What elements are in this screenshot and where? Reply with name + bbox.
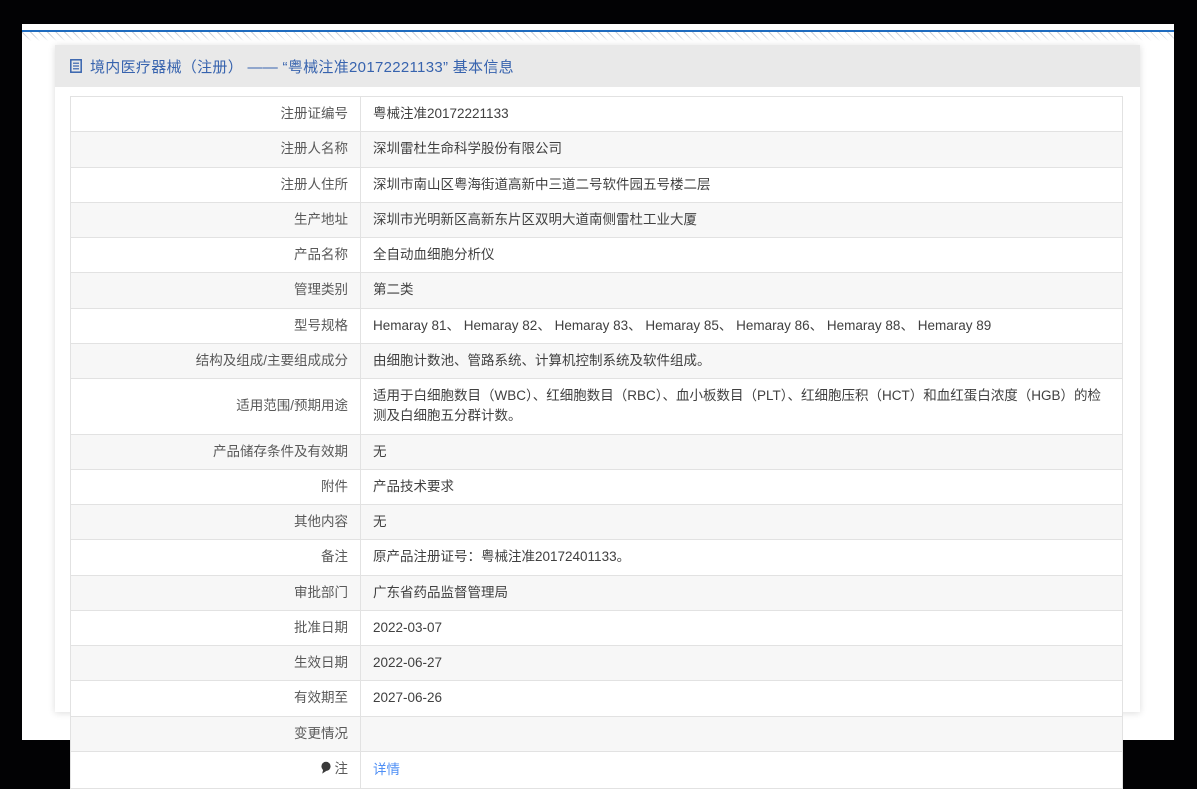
row-label: 备注 — [70, 539, 361, 576]
hatch-decoration — [22, 32, 1174, 41]
row-value: 广东省药品监督管理局 — [360, 574, 1123, 611]
row-label: 其他内容 — [70, 503, 361, 541]
row-value: Hemaray 81、 Hemaray 82、 Hemaray 83、 Hema… — [360, 307, 1123, 344]
row-label: 型号规格 — [70, 307, 361, 344]
row-label: 注册人住所 — [70, 166, 361, 203]
row-label: 管理类别 — [70, 272, 361, 309]
row-value: 详情 — [360, 750, 1123, 789]
details-link[interactable]: 详情 — [373, 762, 400, 777]
row-label: 批准日期 — [70, 609, 361, 647]
row-value: 适用于白细胞数目（WBC）、红细胞数目（RBC）、血小板数目（PLT）、红细胞压… — [360, 378, 1123, 435]
row-label: 变更情况 — [70, 715, 361, 752]
note-icon — [320, 761, 332, 781]
row-label: 产品储存条件及有效期 — [70, 433, 361, 470]
table-row: 注册人名称 深圳雷杜生命科学股份有限公司 — [70, 131, 1123, 168]
page-header: 境内医疗器械（注册） —— “粤械注准20172221133” 基本信息 — [55, 45, 1140, 87]
row-value: 第二类 — [360, 272, 1123, 309]
row-label: 结构及组成/主要组成成分 — [70, 342, 361, 380]
table-row: 产品储存条件及有效期无 — [70, 433, 1123, 470]
registration-info-table: 注册证编号 粤械注准20172221133 注册人名称 深圳雷杜生命科学股份有限公司注… — [70, 95, 1123, 789]
table-row: 生产地址 深圳市光明新区高新东片区双明大道南侧雷杜工业大厦 — [70, 201, 1123, 239]
row-value: 原产品注册证号：粤械注准20172401133。 — [360, 539, 1123, 576]
row-label: 适用范围/预期用途 — [70, 378, 361, 435]
card-body: 注册证编号 粤械注准20172221133 注册人名称 深圳雷杜生命科学股份有限公司注… — [55, 87, 1140, 789]
info-table-body: 注册证编号 粤械注准20172221133 注册人名称 深圳雷杜生命科学股份有限公司注… — [70, 95, 1123, 789]
row-value: 产品技术要求 — [360, 468, 1123, 506]
table-row: 变更情况 — [70, 715, 1123, 752]
registration-card: 境内医疗器械（注册） —— “粤械注准20172221133” 基本信息 注册证… — [55, 45, 1140, 789]
table-row: 管理类别 第二类 — [70, 272, 1123, 309]
table-row: 其他内容无 — [70, 503, 1123, 541]
document-icon — [69, 58, 83, 74]
table-row: 注册证编号 粤械注准20172221133 — [70, 95, 1123, 133]
table-row: 注册人住所 深圳市南山区粤海街道高新中三道二号软件园五号楼二层 — [70, 166, 1123, 203]
table-row: 结构及组成/主要组成成分 由细胞计数池、管路系统、计算机控制系统及软件组成。 — [70, 342, 1123, 380]
row-value: 由细胞计数池、管路系统、计算机控制系统及软件组成。 — [360, 342, 1123, 380]
row-value — [360, 715, 1123, 752]
row-label: 附件 — [70, 468, 361, 506]
row-label: 生产地址 — [70, 201, 361, 239]
table-row: 有效期至 2027-06-26 — [70, 680, 1123, 717]
table-row: 适用范围/预期用途 适用于白细胞数目（WBC）、红细胞数目（RBC）、血小板数目（… — [70, 378, 1123, 435]
table-row: 附件 产品技术要求 — [70, 468, 1123, 506]
row-label: 注册人名称 — [70, 131, 361, 168]
row-label: 有效期至 — [70, 680, 361, 717]
table-row: 产品名称 全自动血细胞分析仪 — [70, 236, 1123, 274]
row-value: 无 — [360, 503, 1123, 541]
row-value: 深圳雷杜生命科学股份有限公司 — [360, 131, 1123, 168]
page-title: 境内医疗器械（注册） —— “粤械注准20172221133” 基本信息 — [90, 58, 514, 76]
row-value: 2022-03-07 — [360, 609, 1123, 647]
table-row: 批准日期 2022-03-07 — [70, 609, 1123, 647]
table-row: 型号规格 Hemaray 81、 Hemaray 82、 Hemaray 83、 … — [70, 307, 1123, 344]
table-row: 审批部门 广东省药品监督管理局 — [70, 574, 1123, 611]
row-value: 无 — [360, 433, 1123, 470]
row-value: 深圳市光明新区高新东片区双明大道南侧雷杜工业大厦 — [360, 201, 1123, 239]
row-value: 2027-06-26 — [360, 680, 1123, 717]
row-label: 审批部门 — [70, 574, 361, 611]
row-label: 注册证编号 — [70, 95, 361, 133]
table-row: 生效日期 2022-06-27 — [70, 644, 1123, 682]
table-row: 备注 原产品注册证号：粤械注准20172401133。 — [70, 539, 1123, 576]
row-label: 注 — [70, 750, 361, 789]
row-label: 产品名称 — [70, 236, 361, 274]
row-value: 深圳市南山区粤海街道高新中三道二号软件园五号楼二层 — [360, 166, 1123, 203]
row-value: 粤械注准20172221133 — [360, 95, 1123, 133]
row-value: 2022-06-27 — [360, 644, 1123, 682]
row-value: 全自动血细胞分析仪 — [360, 236, 1123, 274]
table-row: 注详情 — [70, 750, 1123, 789]
row-label: 生效日期 — [70, 644, 361, 682]
page-viewport: 境内医疗器械（注册） —— “粤械注准20172221133” 基本信息 注册证… — [22, 24, 1174, 789]
